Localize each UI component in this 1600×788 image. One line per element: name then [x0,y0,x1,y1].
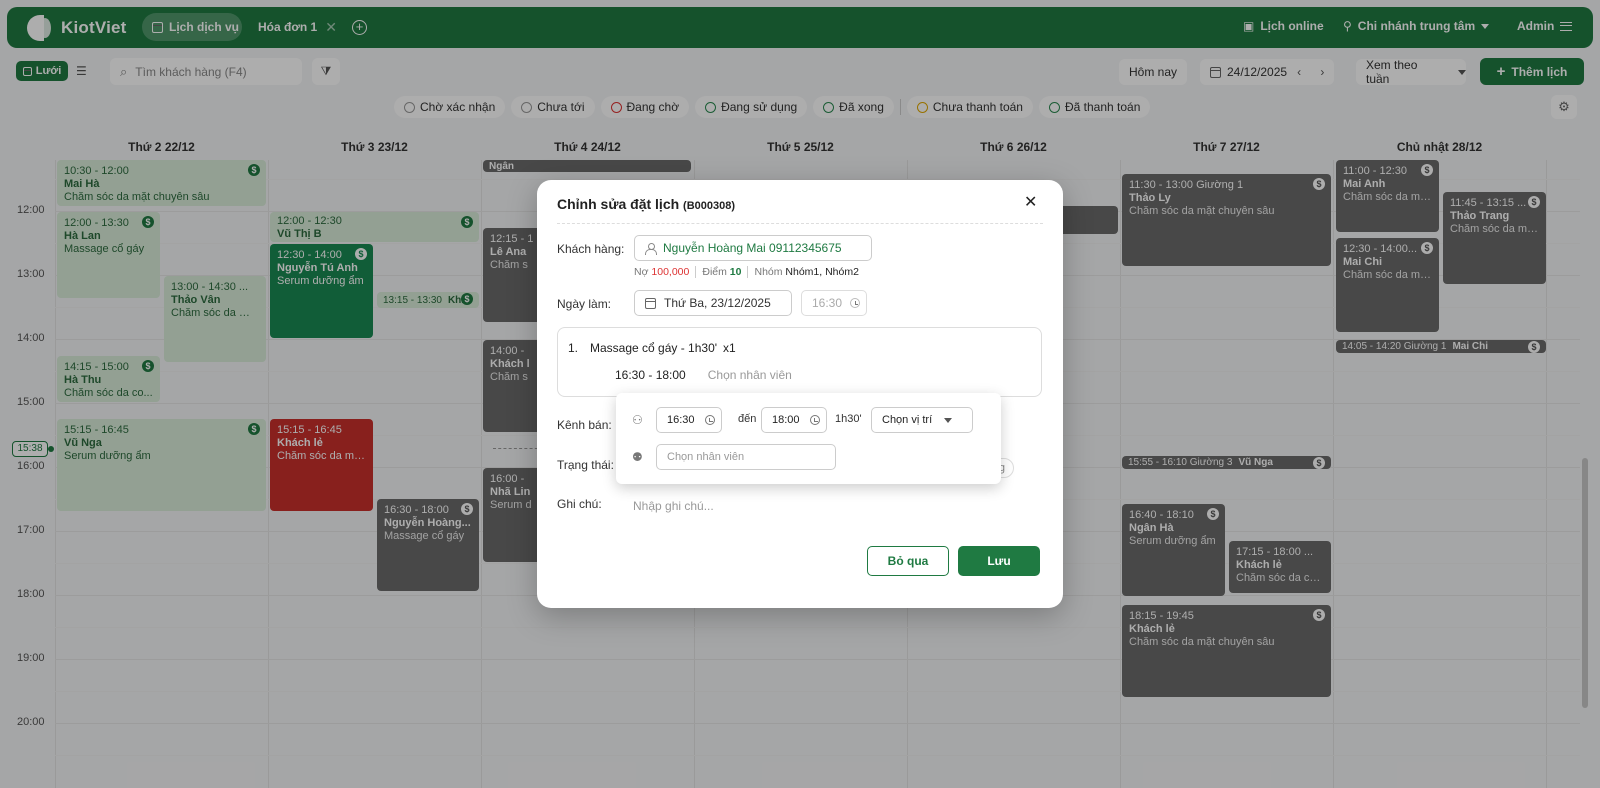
group-label: Nhóm [754,266,783,278]
service-time-popup: ⚇ 16:30 đến 18:00 1h30' Chọn vị trí ⚉ Ch… [616,393,1001,484]
to-label: đến [738,413,757,425]
debt: Nợ 100,000 [634,266,689,278]
booking-code: (B000308) [683,200,736,212]
position-select[interactable]: Chọn vị trí [871,407,973,433]
group: Nhóm Nhóm1, Nhóm2 [754,266,858,278]
customer-meta: Nợ 100,000 Điểm 10 Nhóm Nhóm1, Nhóm2 [634,266,859,278]
customer-label: Khách hàng: [557,242,625,256]
date-label: Ngày làm: [557,297,612,311]
clock-icon [704,415,715,425]
service-time[interactable]: 16:30 - 18:00 [615,368,686,382]
points-value: 10 [729,266,742,278]
clock-icon [809,415,820,425]
note-label: Ghi chú: [557,497,602,511]
start-time-value: 16:30 [667,414,695,426]
users-icon: ⚉ [632,450,643,464]
service-index: 1. [568,341,579,355]
booking-date-value: Thứ Ba, 23/12/2025 [664,296,771,310]
end-time-value: 18:00 [772,414,800,426]
divider [695,266,697,278]
close-icon[interactable]: ✕ [1024,192,1037,212]
modal-title: Chỉnh sửa đặt lịch (B000308) [557,196,735,212]
service-list: 1. Massage cổ gáy - 1h30' x1 16:30 - 18:… [557,327,1042,397]
points-label: Điểm [702,266,727,278]
booking-time-field[interactable]: 16:30 [801,290,867,316]
customer-value: Nguyễn Hoàng Mai 09112345675 [663,241,842,255]
service-detail: 16:30 - 18:00 Chọn nhân viên [615,368,792,382]
staff-select[interactable]: Chọn nhân viên [656,444,836,470]
service-staff-select[interactable]: Chọn nhân viên [708,368,792,382]
position-placeholder: Chọn vị trí [882,414,933,426]
user-clock-icon: ⚇ [632,413,643,427]
service-quantity: x1 [723,341,736,355]
customer-field[interactable]: Nguyễn Hoàng Mai 09112345675 [634,235,872,261]
service-name: Massage cổ gáy - 1h30' [590,341,718,355]
duration-label: 1h30' [835,413,862,425]
calendar-icon [645,297,656,309]
status-label: Trạng thái: [557,458,614,472]
user-icon [645,242,657,255]
start-time-field[interactable]: 16:30 [656,407,722,433]
points: Điểm 10 [702,266,741,278]
channel-label: Kênh bán: [557,418,612,432]
chevron-down-icon [944,417,953,423]
end-time-field[interactable]: 18:00 [761,407,827,433]
note-input[interactable]: Nhập ghi chú... [633,499,714,513]
divider [747,266,749,278]
debt-value: 100,000 [651,266,690,278]
save-button[interactable]: Lưu [958,546,1040,576]
modal-title-text: Chỉnh sửa đặt lịch [557,196,680,212]
clock-icon [850,298,861,308]
booking-time-value: 16:30 [812,296,843,310]
debt-label: Nợ [634,266,649,278]
service-item[interactable]: 1. Massage cổ gáy - 1h30' x1 [568,341,736,355]
cancel-button[interactable]: Bỏ qua [867,546,949,576]
group-value: Nhóm1, Nhóm2 [785,266,859,278]
booking-date-field[interactable]: Thứ Ba, 23/12/2025 [634,290,792,316]
divider [557,223,1043,224]
